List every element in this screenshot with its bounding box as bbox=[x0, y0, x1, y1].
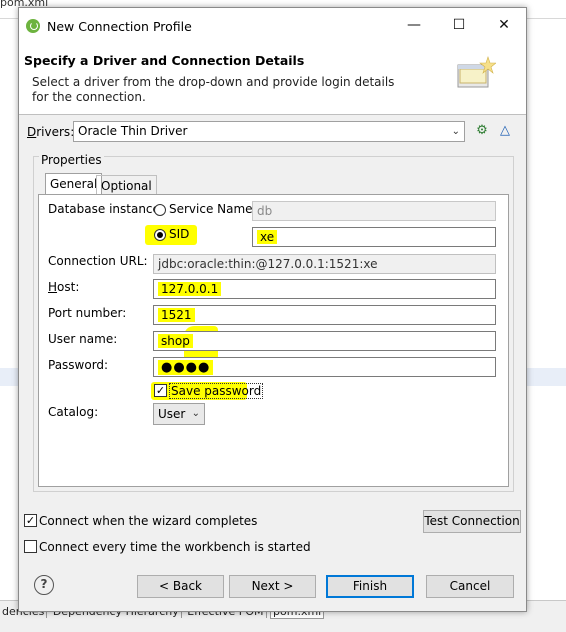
wizard-banner-icon bbox=[457, 56, 496, 88]
background-selection-band bbox=[0, 368, 20, 386]
edit-driver-icon[interactable]: △ bbox=[496, 122, 514, 140]
next-button[interactable]: Next > bbox=[229, 575, 316, 598]
service-name-label: Service Name bbox=[169, 202, 253, 216]
catalog-label: Catalog: bbox=[48, 405, 99, 419]
drivers-label: Drivers: bbox=[27, 125, 75, 139]
save-password-label: Save password bbox=[169, 383, 264, 399]
test-connection-button[interactable]: Test Connection bbox=[423, 510, 521, 533]
wizard-page-description: Select a driver from the drop-down and p… bbox=[32, 75, 395, 104]
new-driver-icon[interactable]: ⚙ bbox=[473, 122, 491, 140]
drivers-selected-value: Oracle Thin Driver bbox=[78, 124, 188, 138]
help-icon[interactable]: ? bbox=[34, 575, 54, 595]
port-number-label: Port number: bbox=[48, 306, 127, 320]
connect-every-time-checkbox[interactable] bbox=[24, 540, 37, 553]
finish-button[interactable]: Finish bbox=[326, 575, 414, 598]
connection-url-field[interactable]: jdbc:oracle:thin:@127.0.0.1:1521:xe bbox=[153, 254, 496, 274]
minimize-button[interactable]: — bbox=[392, 8, 436, 43]
chevron-down-icon: ⌄ bbox=[451, 126, 460, 137]
sid-label: SID bbox=[169, 227, 190, 241]
user-name-field[interactable]: shop bbox=[153, 331, 496, 351]
user-name-label: User name: bbox=[48, 332, 118, 346]
drivers-dropdown[interactable]: Oracle Thin Driver ⌄ bbox=[73, 121, 465, 142]
window-title: New Connection Profile bbox=[47, 19, 192, 34]
user-name-value: shop bbox=[158, 334, 193, 348]
back-button[interactable]: < Back bbox=[137, 575, 224, 598]
sid-value: xe bbox=[257, 230, 278, 244]
database-instance-label: Database instance: bbox=[48, 202, 164, 216]
host-field[interactable]: 127.0.0.1 bbox=[153, 279, 496, 299]
tab-general[interactable]: General bbox=[45, 173, 103, 195]
host-label: Host: bbox=[48, 280, 80, 294]
new-connection-profile-dialog: New Connection Profile — ☐ ✕ Specify a D… bbox=[18, 7, 527, 612]
properties-group-label: Properties bbox=[39, 153, 104, 167]
close-button[interactable]: ✕ bbox=[482, 8, 526, 43]
catalog-dropdown[interactable]: User ⌄ bbox=[153, 403, 205, 425]
tab-optional[interactable]: Optional bbox=[96, 175, 157, 195]
background-selection-band-right bbox=[526, 368, 566, 386]
connection-url-label: Connection URL: bbox=[48, 254, 148, 268]
port-number-field[interactable]: 1521 bbox=[153, 305, 496, 325]
connect-when-completes-label: Connect when the wizard completes bbox=[39, 514, 258, 528]
sid-radio[interactable] bbox=[154, 229, 166, 241]
title-bar: New Connection Profile — ☐ ✕ bbox=[19, 8, 526, 43]
port-value: 1521 bbox=[158, 308, 195, 322]
tab-general-label: General bbox=[50, 177, 98, 191]
password-value: ●●●● bbox=[158, 360, 214, 375]
catalog-selected-value: User bbox=[158, 407, 186, 421]
service-name-radio[interactable] bbox=[154, 204, 166, 216]
sid-field[interactable]: xe bbox=[252, 227, 496, 247]
connect-when-completes-checkbox[interactable]: ✓ bbox=[24, 514, 37, 527]
service-name-field[interactable]: db bbox=[252, 201, 496, 221]
save-password-checkbox[interactable]: ✓ bbox=[154, 384, 167, 397]
password-field[interactable]: ●●●● bbox=[153, 357, 496, 377]
wizard-header: Specify a Driver and Connection Details … bbox=[19, 43, 526, 115]
cancel-button[interactable]: Cancel bbox=[426, 575, 514, 598]
maximize-button[interactable]: ☐ bbox=[437, 8, 481, 43]
chevron-down-icon: ⌄ bbox=[191, 408, 200, 419]
tab-optional-label: Optional bbox=[101, 179, 152, 193]
host-value: 127.0.0.1 bbox=[158, 282, 222, 296]
spring-app-icon bbox=[26, 19, 40, 33]
password-label: Password: bbox=[48, 358, 109, 372]
connect-every-time-label: Connect every time the workbench is star… bbox=[39, 540, 311, 554]
wizard-page-title: Specify a Driver and Connection Details bbox=[24, 53, 305, 68]
